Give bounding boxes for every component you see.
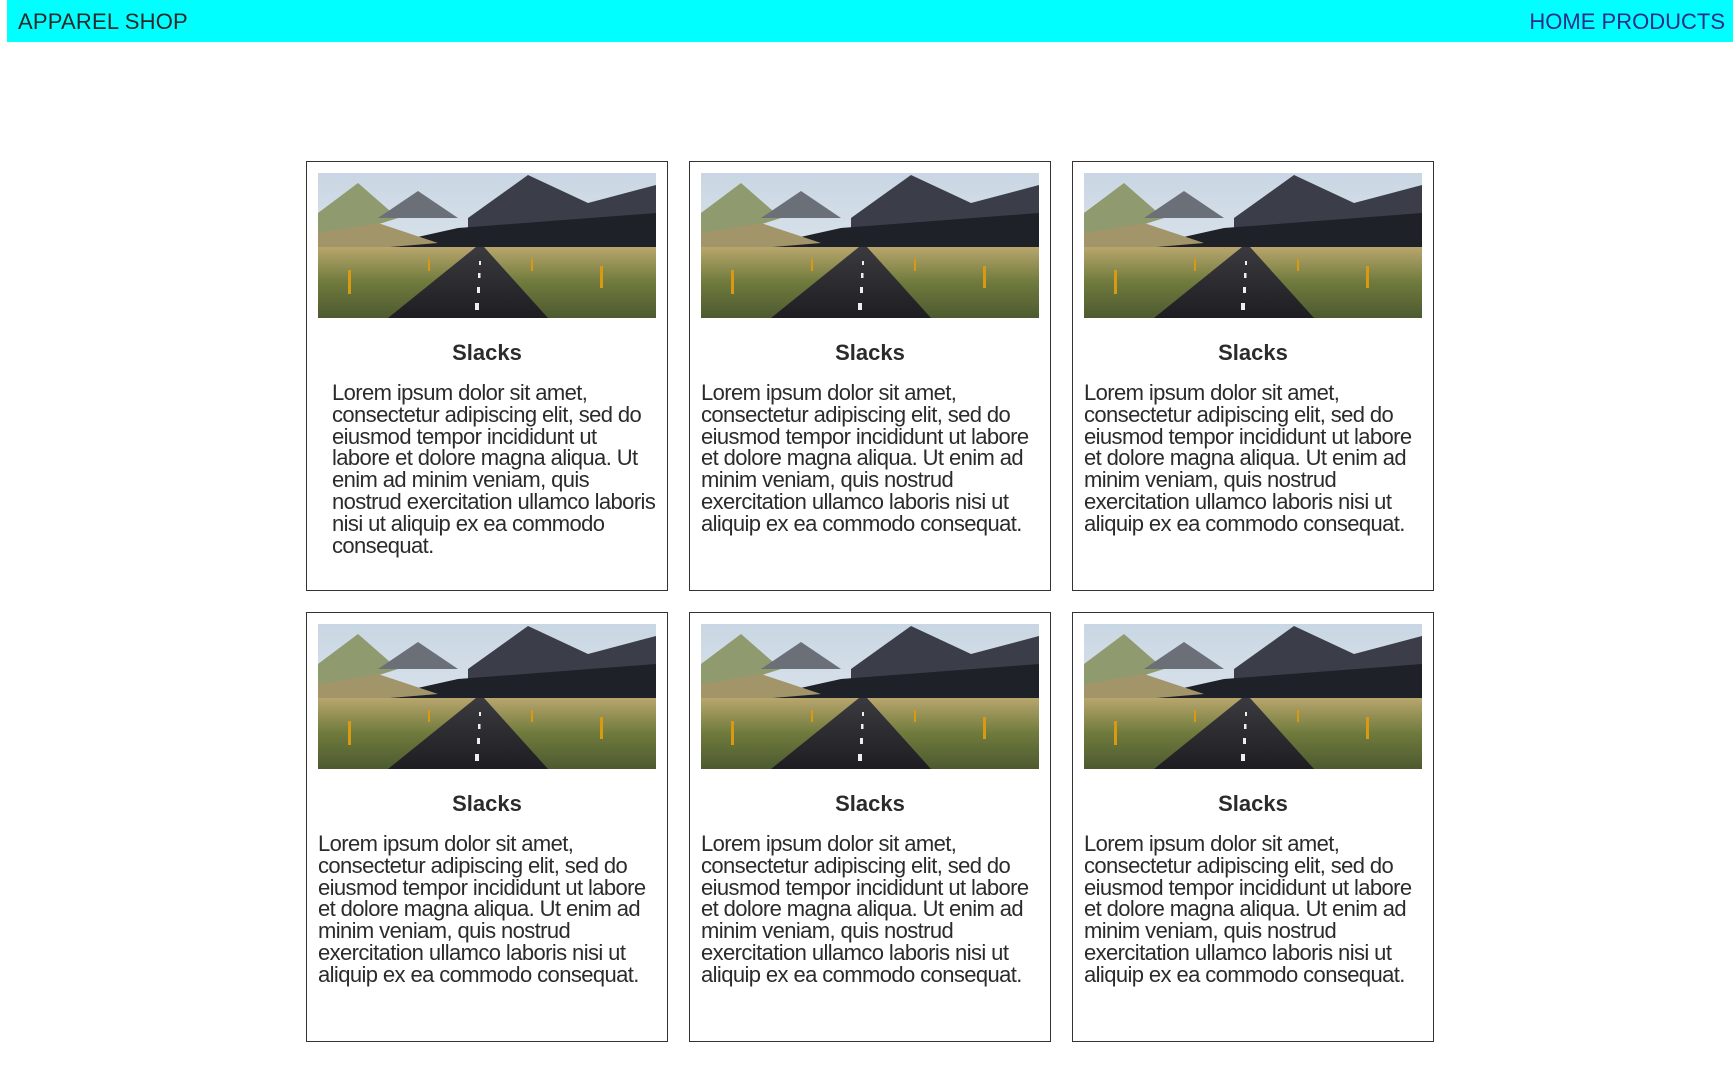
product-card[interactable]: Slacks Lorem ipsum dolor sit amet, conse…	[1072, 161, 1434, 591]
product-title: Slacks	[835, 791, 905, 816]
mountain-road-image	[318, 624, 656, 769]
product-description: Lorem ipsum dolor sit amet, consectetur …	[701, 380, 1029, 536]
product-card[interactable]: Slacks Lorem ipsum dolor sit amet, conse…	[306, 161, 668, 591]
product-card[interactable]: Slacks Lorem ipsum dolor sit amet, conse…	[1072, 612, 1434, 1042]
navbar: APPAREL SHOP HOME PRODUCTS	[7, 0, 1733, 42]
product-card[interactable]: Slacks Lorem ipsum dolor sit amet, conse…	[306, 612, 668, 1042]
nav-products-link[interactable]: PRODUCTS	[1602, 9, 1725, 34]
product-title: Slacks	[452, 340, 522, 365]
product-title: Slacks	[1218, 791, 1288, 816]
brand-logo[interactable]: APPAREL SHOP	[18, 9, 188, 35]
mountain-road-image	[1084, 624, 1422, 769]
nav-home-link[interactable]: HOME	[1529, 9, 1595, 34]
product-title: Slacks	[452, 791, 522, 816]
mountain-road-image	[701, 624, 1039, 769]
product-title: Slacks	[1218, 340, 1288, 365]
product-title: Slacks	[835, 340, 905, 365]
product-description: Lorem ipsum dolor sit amet, consectetur …	[332, 380, 656, 558]
mountain-road-image	[318, 173, 656, 318]
product-card[interactable]: Slacks Lorem ipsum dolor sit amet, conse…	[689, 161, 1051, 591]
product-description: Lorem ipsum dolor sit amet, consectetur …	[1084, 831, 1412, 987]
mountain-road-image	[1084, 173, 1422, 318]
product-description: Lorem ipsum dolor sit amet, consectetur …	[701, 831, 1029, 987]
nav-links: HOME PRODUCTS	[1529, 9, 1725, 35]
mountain-road-image	[701, 173, 1039, 318]
product-description: Lorem ipsum dolor sit amet, consectetur …	[1084, 380, 1412, 536]
product-card[interactable]: Slacks Lorem ipsum dolor sit amet, conse…	[689, 612, 1051, 1042]
product-grid: Slacks Lorem ipsum dolor sit amet, conse…	[306, 161, 1436, 1042]
product-description: Lorem ipsum dolor sit amet, consectetur …	[318, 831, 646, 987]
